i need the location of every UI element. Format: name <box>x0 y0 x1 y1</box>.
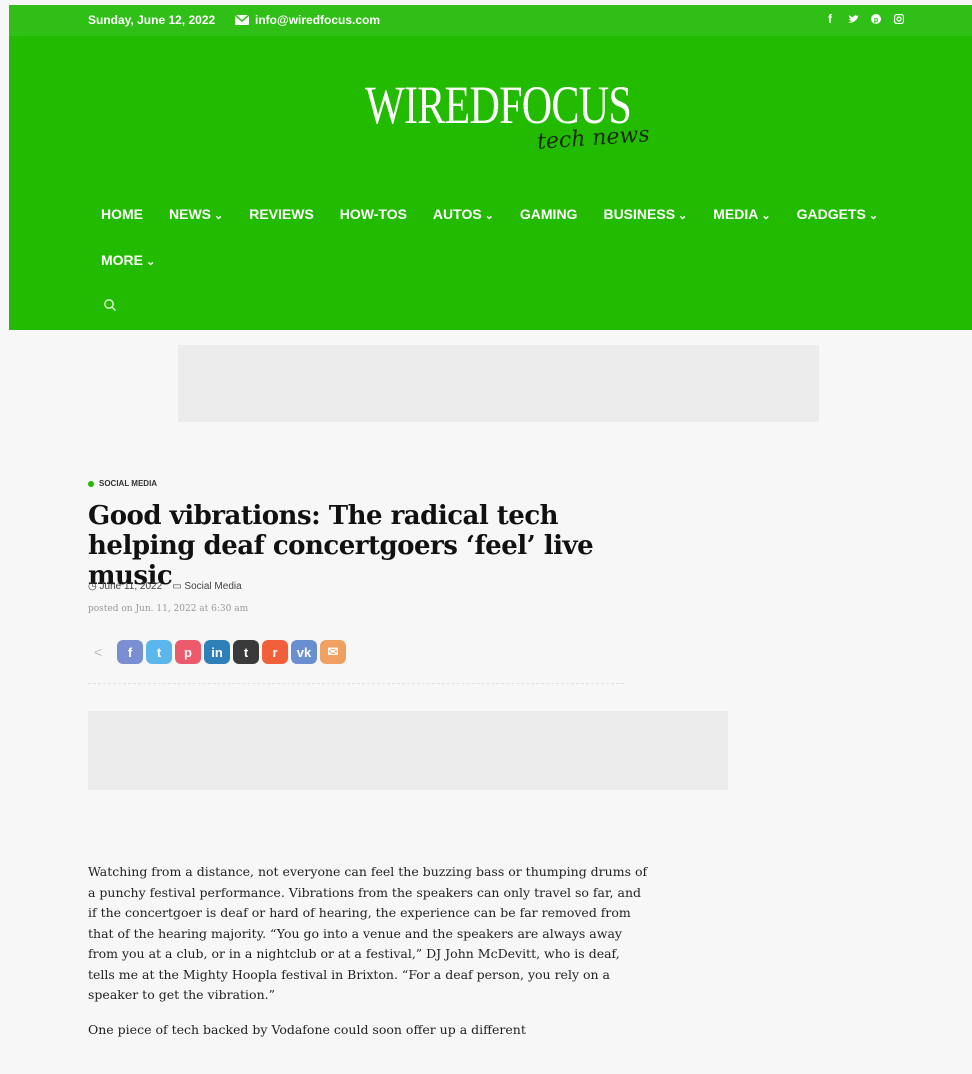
nav-row-more: MORE ⌄ <box>101 252 181 268</box>
chevron-down-icon: ⌄ <box>214 210 224 222</box>
linkedin-icon: in <box>211 644 223 660</box>
nav-item-label: AUTOS <box>432 206 482 222</box>
current-date: Sunday, June 12, 2022 <box>88 13 216 27</box>
article-paragraph: One piece of tech backed by Vodafone cou… <box>88 1021 526 1037</box>
twitter-icon: t <box>156 644 162 660</box>
chevron-down-icon: ⌄ <box>678 210 688 222</box>
facebook-icon: f <box>127 644 133 660</box>
share-bar: < f t p in t r vk ✉ <box>94 640 346 664</box>
nav-row: HOME NEWS ⌄ REVIEWS HOW-TOS AUTOS ⌄ GAMING BUSIN… <box>101 206 904 222</box>
nav-item-label: REVIEWS <box>249 206 314 222</box>
nav-item-home[interactable]: HOME <box>101 206 143 222</box>
nav-item-label: MEDIA <box>713 206 759 222</box>
category-label[interactable]: SOCIAL MEDIA <box>88 479 157 488</box>
clock-icon: ◷ <box>88 581 97 592</box>
share-vk-button[interactable]: vk <box>291 640 317 664</box>
nav-item-label: NEWS <box>169 206 211 222</box>
site-logo[interactable]: WIREDFOCUS tech news <box>365 74 655 164</box>
instagram-icon[interactable] <box>893 12 905 26</box>
email-icon: ✉ <box>327 644 339 659</box>
top-bar: Sunday, June 12, 2022 info@wiredfocus.co… <box>9 5 972 36</box>
nav-item-media[interactable]: MEDIA ⌄ <box>713 206 770 222</box>
folder-icon: ▭ <box>172 581 182 592</box>
article-body: Watching from a distance, not everyone c… <box>88 862 648 1054</box>
ad-placeholder-top <box>178 345 819 422</box>
share-facebook-button[interactable]: f <box>117 640 143 664</box>
vk-icon: vk <box>296 644 312 660</box>
posted-timestamp: posted on Jun. 11, 2022 at 6:30 am <box>88 604 249 614</box>
nav-item-label: GADGETS <box>796 206 866 222</box>
nav-item-label: HOME <box>101 206 143 222</box>
nav-item-label: MORE <box>101 252 143 268</box>
article-title: Good vibrations: The radical tech helpin… <box>88 501 594 591</box>
search-icon[interactable] <box>103 298 117 312</box>
ad-placeholder-mid <box>88 711 728 790</box>
site-header: WIREDFOCUS tech news HOME NEWS ⌄ REVIEWS HOW… <box>9 36 972 330</box>
share-twitter-button[interactable]: t <box>146 640 172 664</box>
nav-item-label: GAMING <box>519 206 578 222</box>
divider <box>88 683 624 684</box>
share-icon: < <box>94 644 103 660</box>
reddit-icon: r <box>272 644 278 660</box>
nav-item-gadgets[interactable]: GADGETS ⌄ <box>797 206 878 222</box>
category-text: SOCIAL MEDIA <box>99 479 158 488</box>
nav-item-news[interactable]: NEWS ⌄ <box>169 206 223 222</box>
share-reddit-button[interactable]: r <box>262 640 288 664</box>
nav-item-reviews[interactable]: REVIEWS <box>249 206 314 222</box>
nav-item-how-tos[interactable]: HOW-TOS <box>340 206 407 222</box>
share-pinterest-button[interactable]: p <box>175 640 201 664</box>
tumblr-icon: t <box>243 644 249 660</box>
post-date-text: June 11, 2022 <box>99 581 163 592</box>
post-category[interactable]: ▭ Social Media <box>172 581 242 592</box>
nav-item-more[interactable]: MORE ⌄ <box>101 252 155 268</box>
category-dot <box>88 480 94 487</box>
post-date[interactable]: ◷ June 11, 2022 <box>88 581 162 592</box>
share-email-button[interactable]: ✉ <box>320 640 346 664</box>
twitter-icon[interactable] <box>847 12 859 26</box>
nav-item-label: BUSINESS <box>603 206 676 222</box>
nav-item-label: HOW-TOS <box>339 206 407 222</box>
chevron-down-icon: ⌄ <box>761 210 771 222</box>
article-meta: ◷ June 11, 2022 ▭ Social Media <box>88 581 242 592</box>
nav-item-gaming[interactable]: GAMING <box>520 206 578 222</box>
post-category-text: Social Media <box>184 581 242 592</box>
chevron-down-icon: ⌄ <box>146 256 156 268</box>
social-links: f p <box>824 12 905 26</box>
pinterest-icon[interactable]: p <box>870 12 882 26</box>
pinterest-icon: p <box>184 644 192 660</box>
facebook-icon[interactable]: f <box>824 12 836 26</box>
envelope-icon <box>235 15 249 25</box>
nav-item-autos[interactable]: AUTOS ⌄ <box>433 206 494 222</box>
share-linkedin-button[interactable]: in <box>204 640 230 664</box>
article-paragraph: Watching from a distance, not everyone c… <box>88 864 648 1002</box>
nav-item-business[interactable]: BUSINESS ⌄ <box>603 206 687 222</box>
email-text: info@wiredfocus.com <box>255 13 381 27</box>
contact-email[interactable]: info@wiredfocus.com <box>235 13 380 27</box>
chevron-down-icon: ⌄ <box>484 210 494 222</box>
svg-text:p: p <box>874 17 878 24</box>
chevron-down-icon: ⌄ <box>868 210 879 222</box>
share-tumblr-button[interactable]: t <box>233 640 259 664</box>
